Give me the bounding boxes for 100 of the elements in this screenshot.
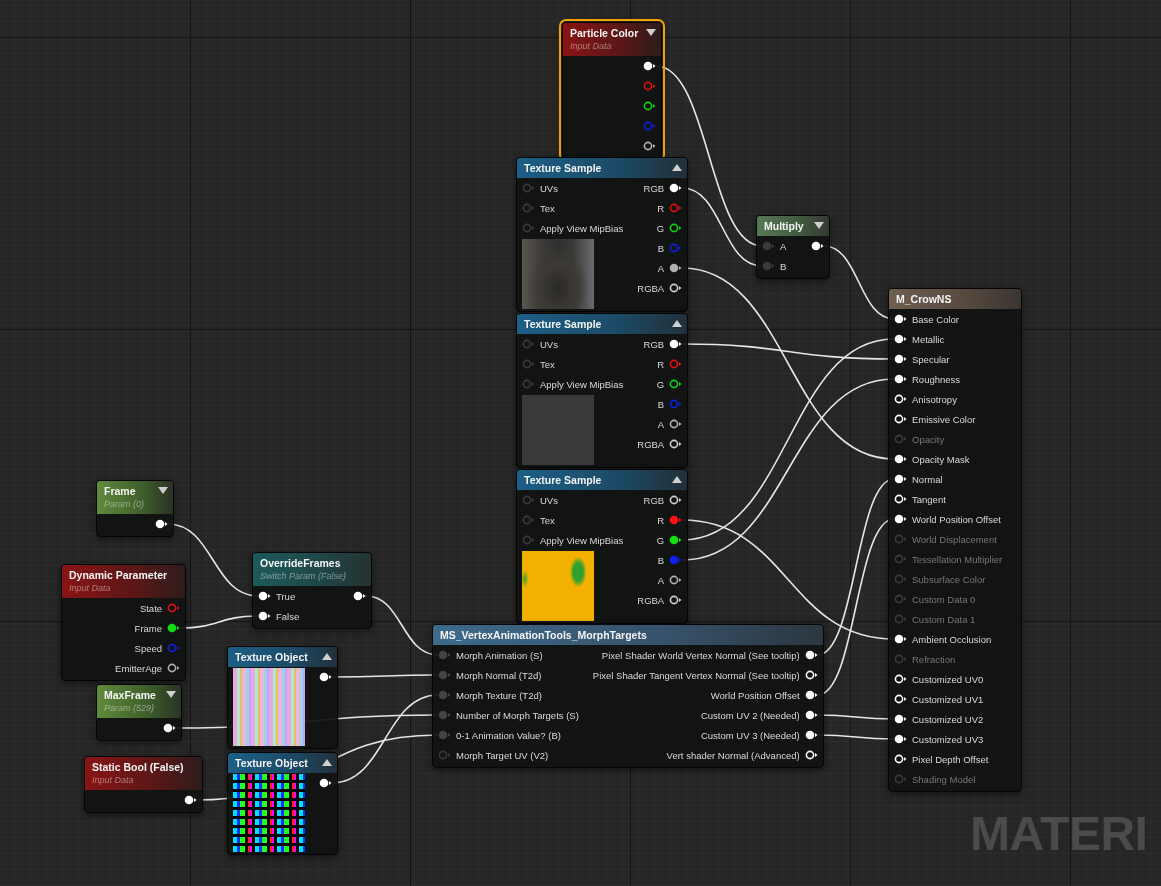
- pin-handle[interactable]: [894, 314, 907, 324]
- graph-node[interactable]: MaxFrame Param (529): [96, 684, 182, 741]
- pin-handle[interactable]: [643, 121, 656, 131]
- pin-handle[interactable]: [894, 494, 907, 504]
- pin-handle[interactable]: [804, 710, 818, 720]
- caret-icon[interactable]: [814, 222, 824, 229]
- pin-handle[interactable]: [167, 643, 181, 653]
- node-title: MaxFrame: [104, 688, 157, 702]
- graph-node[interactable]: Dynamic Parameter Input Data State Frame Speed EmitterAge: [61, 564, 187, 681]
- graph-node[interactable]: Texture Object: [227, 646, 338, 749]
- graph-node[interactable]: Texture Sample UVs Tex Apply View MipBias RGB R G B A RGBA: [516, 469, 689, 624]
- pin-handle[interactable]: [669, 359, 683, 369]
- graph-node[interactable]: Texture Object: [227, 752, 338, 855]
- caret-icon[interactable]: [322, 759, 332, 766]
- node-title: Texture Object: [235, 756, 309, 770]
- caret-icon[interactable]: [166, 691, 176, 698]
- pin-handle[interactable]: [894, 694, 907, 704]
- graph-node[interactable]: OverrideFrames Switch Param (False) True False: [252, 552, 372, 629]
- pin-handle[interactable]: [643, 61, 656, 71]
- pin-handle[interactable]: [894, 374, 907, 384]
- pin-handle[interactable]: [762, 241, 775, 251]
- pin-handle[interactable]: [804, 690, 818, 700]
- pin-handle[interactable]: [669, 399, 683, 409]
- pin-handle[interactable]: [894, 454, 907, 464]
- pin-handle[interactable]: [522, 535, 535, 545]
- caret-icon[interactable]: [672, 320, 683, 327]
- pin-handle[interactable]: [804, 650, 818, 660]
- pin-handle[interactable]: [762, 261, 775, 271]
- pin-handle[interactable]: [353, 591, 366, 601]
- pin-handle[interactable]: [669, 535, 683, 545]
- graph-node[interactable]: Multiply A B: [756, 215, 830, 279]
- pin-handle[interactable]: [811, 241, 824, 251]
- caret-icon[interactable]: [672, 476, 683, 483]
- graph-node[interactable]: [888, 288, 1023, 792]
- pin-handle[interactable]: [669, 243, 683, 253]
- caret-icon[interactable]: [646, 29, 656, 36]
- pin-handle[interactable]: [438, 710, 451, 720]
- pin-handle[interactable]: [804, 750, 818, 760]
- pin-handle[interactable]: [438, 690, 451, 700]
- pin-handle[interactable]: [894, 474, 907, 484]
- graph-node[interactable]: Frame Param (0): [96, 480, 174, 537]
- pin-handle[interactable]: [894, 394, 907, 404]
- caret-icon[interactable]: [672, 164, 683, 171]
- pin-handle[interactable]: [669, 515, 683, 525]
- pin-handle[interactable]: [894, 734, 907, 744]
- pin-handle[interactable]: [438, 650, 451, 660]
- graph-node[interactable]: [432, 624, 824, 768]
- pin-handle[interactable]: [894, 334, 907, 344]
- graph-node[interactable]: Texture Sample UVs Tex Apply View MipBias RGB R G B A RGBA: [516, 157, 689, 312]
- pin-handle[interactable]: [522, 515, 535, 525]
- pin-handle[interactable]: [894, 754, 907, 764]
- pin-handle[interactable]: [894, 414, 907, 424]
- pin-handle[interactable]: [522, 203, 535, 213]
- pin-handle[interactable]: [522, 223, 535, 233]
- pin-handle[interactable]: [258, 591, 271, 601]
- pin-handle[interactable]: [643, 101, 656, 111]
- pin-handle[interactable]: [669, 575, 683, 585]
- pin-handle[interactable]: [319, 778, 332, 788]
- pin-handle[interactable]: [183, 795, 197, 805]
- pin-handle[interactable]: [167, 663, 181, 673]
- pin-handle[interactable]: [669, 555, 683, 565]
- pin-handle[interactable]: [669, 439, 683, 449]
- pin-handle[interactable]: [669, 283, 683, 293]
- pin-handle[interactable]: [522, 183, 535, 193]
- pin-handle[interactable]: [894, 714, 907, 724]
- pin-handle[interactable]: [804, 730, 818, 740]
- pin-handle[interactable]: [522, 379, 535, 389]
- pin-handle[interactable]: [669, 595, 683, 605]
- graph-node[interactable]: Texture Sample UVs Tex Apply View MipBias RGB R G B A RGBA: [516, 313, 689, 468]
- pin-handle[interactable]: [669, 223, 683, 233]
- pin-handle[interactable]: [669, 263, 683, 273]
- pin-handle[interactable]: [894, 514, 907, 524]
- graph-node[interactable]: Particle Color Input Data: [562, 22, 662, 159]
- pin-handle[interactable]: [669, 203, 683, 213]
- caret-icon[interactable]: [322, 653, 332, 660]
- pin-handle[interactable]: [669, 379, 683, 389]
- pin-handle[interactable]: [155, 519, 168, 529]
- graph-node[interactable]: Static Bool (False) Input Data: [84, 756, 203, 813]
- pin-handle[interactable]: [167, 623, 181, 633]
- pin-handle[interactable]: [669, 495, 683, 505]
- pin-handle[interactable]: [643, 81, 656, 91]
- pin-handle[interactable]: [804, 670, 818, 680]
- pin-handle[interactable]: [438, 750, 451, 760]
- pin-handle[interactable]: [669, 183, 683, 193]
- pin-handle[interactable]: [894, 354, 907, 364]
- pin-handle[interactable]: [522, 359, 535, 369]
- pin-handle[interactable]: [163, 723, 176, 733]
- pin-handle[interactable]: [522, 339, 535, 349]
- pin-handle[interactable]: [438, 730, 451, 740]
- pin-handle[interactable]: [258, 611, 271, 621]
- caret-icon[interactable]: [158, 487, 168, 494]
- pin-handle[interactable]: [894, 634, 907, 644]
- pin-handle[interactable]: [669, 419, 683, 429]
- pin-handle[interactable]: [167, 603, 181, 613]
- pin-handle[interactable]: [319, 672, 332, 682]
- pin-handle[interactable]: [643, 141, 656, 151]
- pin-handle[interactable]: [522, 495, 535, 505]
- pin-handle[interactable]: [894, 674, 907, 684]
- pin-handle[interactable]: [669, 339, 683, 349]
- pin-handle[interactable]: [438, 670, 451, 680]
